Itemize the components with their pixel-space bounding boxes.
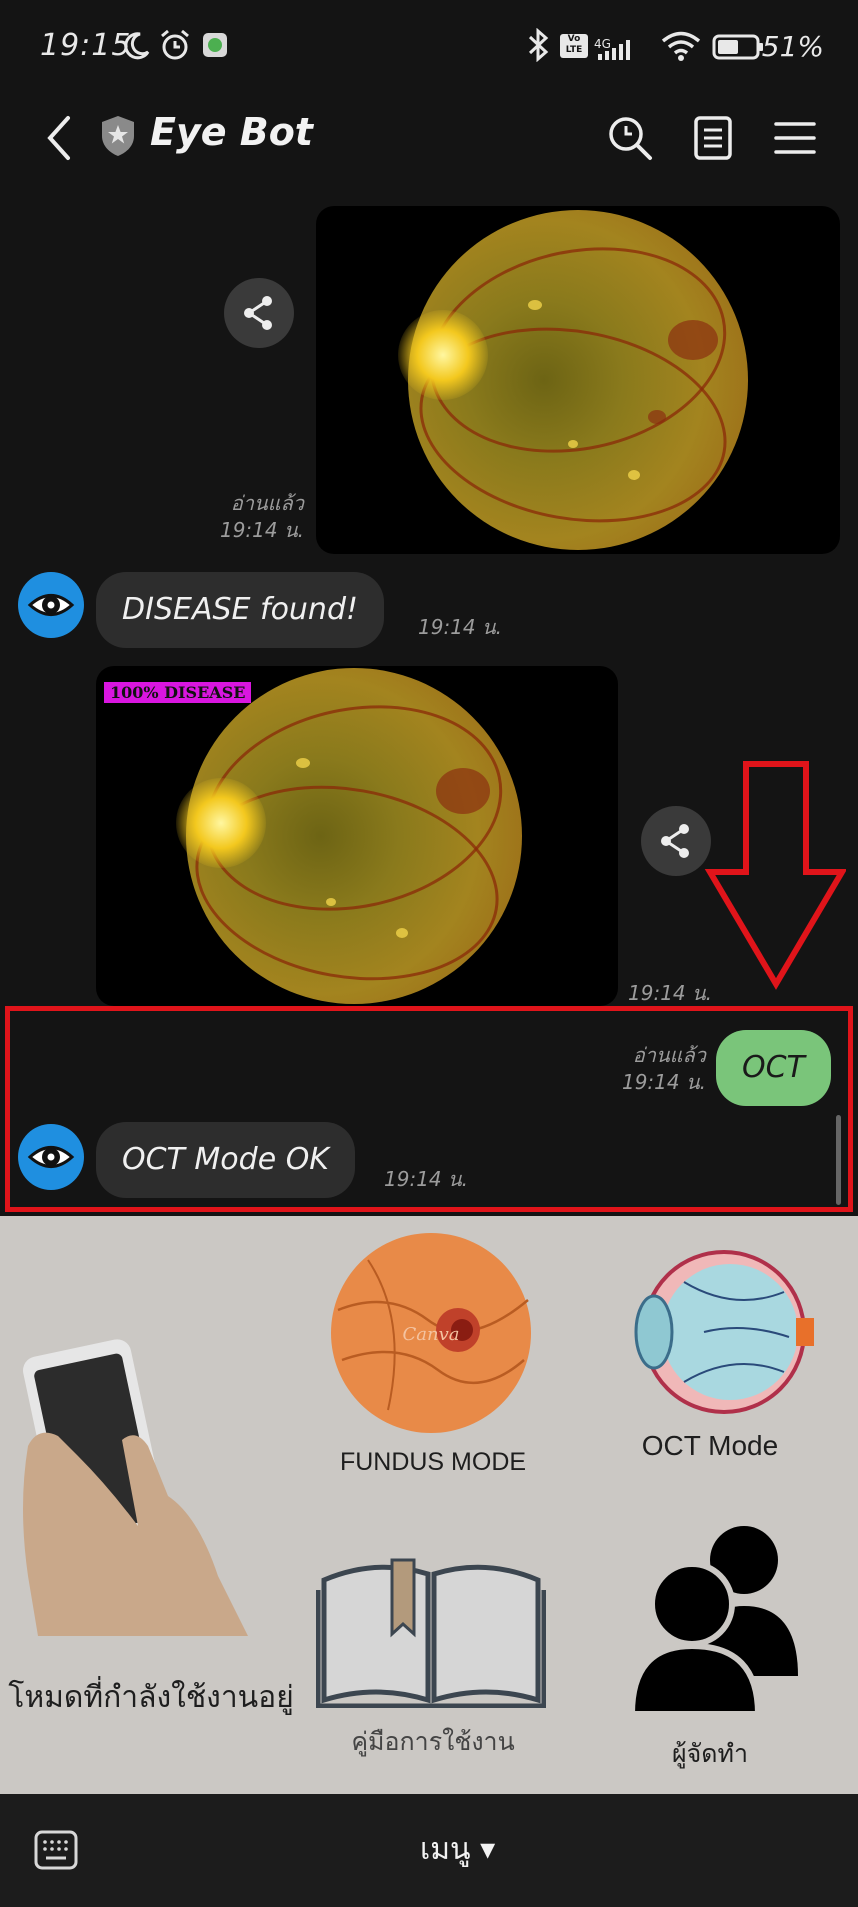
rich-menu: โหมดที่กำลังใช้งานอยู่ Canva FUNDUS MODE… [0, 1216, 858, 1794]
bot-fundus-image[interactable]: 100% DISEASE [96, 666, 618, 1006]
read-status: อ่านแล้ว [632, 1043, 706, 1067]
wifi-icon [661, 31, 701, 61]
oct-mode-label: OCT Mode [641, 1430, 779, 1461]
share-button[interactable] [224, 278, 294, 348]
battery-icon [712, 34, 763, 60]
credits-label: ผู้จัดทำ [671, 1740, 749, 1768]
red-down-arrow-annotation [704, 761, 846, 990]
eye-icon [27, 594, 75, 616]
bot-message-bubble: DISEASE found! [96, 572, 385, 648]
hand-phone-icon [23, 1339, 248, 1636]
rich-menu-toggle[interactable]: เมนู ▾ [420, 1826, 495, 1873]
user-message-bubble: OCT [716, 1030, 831, 1106]
search-icon[interactable] [600, 108, 660, 168]
volte-icon: Vo LTE [560, 34, 588, 58]
chat-scrollbar[interactable] [836, 1115, 841, 1205]
moon-icon [124, 32, 150, 60]
shield-star-icon [102, 116, 134, 156]
message-time: 19:14 น. [384, 1167, 469, 1191]
watermark: Canva [403, 1324, 460, 1345]
book-icon [316, 1558, 546, 1708]
notes-icon[interactable] [683, 108, 743, 168]
back-arrow-icon[interactable] [40, 110, 80, 166]
current-mode-button[interactable]: โหมดที่กำลังใช้งานอยู่ [0, 1216, 300, 1794]
menu-icon[interactable] [766, 108, 826, 168]
current-mode-label: โหมดที่กำลังใช้งานอยู่ [8, 1681, 294, 1714]
bot-avatar[interactable] [18, 572, 84, 638]
share-icon [244, 296, 272, 330]
keyboard-icon[interactable] [34, 1830, 78, 1870]
battery-percent: 51% [761, 30, 824, 63]
manual-button[interactable]: คู่มือการใช้งาน [300, 1506, 590, 1794]
disease-tag: 100% DISEASE [104, 682, 252, 703]
fundus-mode-button[interactable]: Canva FUNDUS MODE [300, 1216, 590, 1506]
fundus-photo [398, 210, 748, 550]
oct-mode-button[interactable]: OCT Mode [590, 1216, 858, 1506]
chat-area[interactable]: อ่านแล้ว 19:14 น. DISEASE found! 19:14 น… [0, 196, 858, 1216]
eyeball-anatomy-icon [634, 1250, 814, 1414]
app-notification-icon [203, 33, 227, 57]
credits-button[interactable]: ผู้จัดทำ [590, 1506, 858, 1794]
fundus-photo [176, 668, 522, 1004]
retina-icon: Canva [331, 1233, 531, 1433]
share-button[interactable] [641, 806, 711, 876]
fundus-mode-label: FUNDUS MODE [339, 1448, 527, 1476]
read-status: อ่านแล้ว [230, 491, 304, 515]
bot-message-bubble: OCT Mode OK [96, 1122, 355, 1198]
message-meta: อ่านแล้ว 19:14 น. [180, 490, 304, 544]
people-icon [628, 1526, 798, 1716]
signal-icon [598, 40, 630, 60]
message-time: 19:14 น. [621, 1070, 706, 1094]
chat-header: Eye Bot [0, 84, 858, 196]
bluetooth-icon [528, 28, 549, 62]
bottom-bar: เมนู ▾ [0, 1794, 858, 1907]
chat-title: Eye Bot [150, 110, 313, 154]
bot-avatar[interactable] [18, 1124, 84, 1190]
alarm-icon [161, 29, 189, 60]
eye-icon [27, 1146, 75, 1168]
manual-label: คู่มือการใช้งาน [351, 1728, 515, 1756]
message-time: 19:14 น. [628, 981, 713, 1005]
status-time: 19:15 [40, 28, 132, 63]
user-fundus-image[interactable] [316, 206, 840, 554]
status-bar: 19:15 Vo LTE 4G 51% [0, 0, 858, 84]
message-time: 19:14 น. [418, 615, 503, 639]
message-meta: อ่านแล้ว 19:14 น. [596, 1042, 706, 1096]
message-time: 19:14 น. [219, 518, 304, 542]
share-icon [661, 824, 689, 858]
